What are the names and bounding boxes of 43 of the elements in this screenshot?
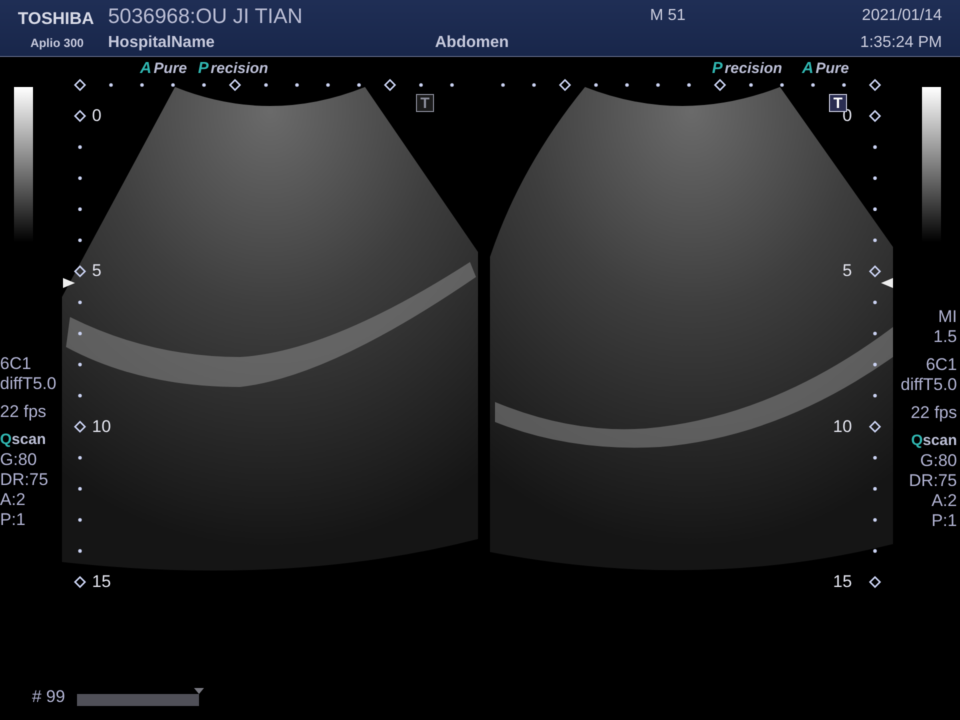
parameter-text: A:2 — [0, 490, 27, 510]
parameter-text: 22 fps — [0, 402, 48, 422]
date-text: 2021/01/14 — [862, 7, 942, 25]
parameter-text: 6C1 — [0, 354, 32, 374]
mode-label: M 51 — [650, 7, 687, 25]
parameter-text: 1.5 — [933, 327, 957, 347]
parameter-text: P:1 — [931, 511, 957, 531]
scan-mode-label: Qscan — [911, 431, 957, 451]
orientation-marker-icon — [881, 278, 893, 288]
depth-label: 10 — [833, 416, 852, 437]
depth-label: 15 — [833, 572, 852, 592]
marker-indicator: T — [416, 94, 434, 112]
mode-tag: A Pure — [140, 60, 187, 78]
depth-label: 5 — [842, 261, 852, 282]
model-name: Aplio 300 — [30, 36, 84, 50]
frame-number: # 99 — [32, 687, 66, 707]
parameter-text: diffT5.0 — [900, 375, 957, 395]
parameter-text: G:80 — [920, 451, 957, 471]
depth-label: 0 — [92, 106, 102, 126]
depth-label: 5 — [92, 261, 102, 282]
mode-tag: Precision — [198, 60, 268, 78]
mode-tag: Precision — [712, 60, 782, 78]
depth-label: 15 — [92, 572, 111, 592]
parameter-text: G:80 — [0, 450, 38, 470]
parameter-text: A:2 — [931, 491, 957, 511]
parameter-text: DR:75 — [0, 470, 50, 490]
preset-name: Abdomen — [435, 34, 510, 52]
mode-tag: A Pure — [802, 60, 849, 78]
orientation-marker-icon — [63, 278, 75, 288]
time-text: 1:35:24 PM — [860, 34, 942, 52]
hospital-name: HospitalName — [108, 34, 216, 52]
cine-slider[interactable] — [77, 688, 202, 706]
brand-logo: TOSHIBA — [18, 9, 94, 29]
parameter-text: DR:75 — [908, 471, 957, 491]
parameter-text: 22 fps — [910, 403, 957, 423]
patient-name: 5036968:OU JI TIAN — [108, 5, 304, 29]
marker-indicator: T — [829, 94, 847, 112]
depth-label: 10 — [92, 416, 111, 437]
parameter-text: 6C1 — [926, 355, 957, 375]
parameter-text: P:1 — [0, 510, 27, 530]
parameter-text: diffT5.0 — [0, 374, 56, 394]
parameter-text: MI — [938, 307, 957, 327]
scan-mode-label: Qscan — [0, 430, 47, 450]
